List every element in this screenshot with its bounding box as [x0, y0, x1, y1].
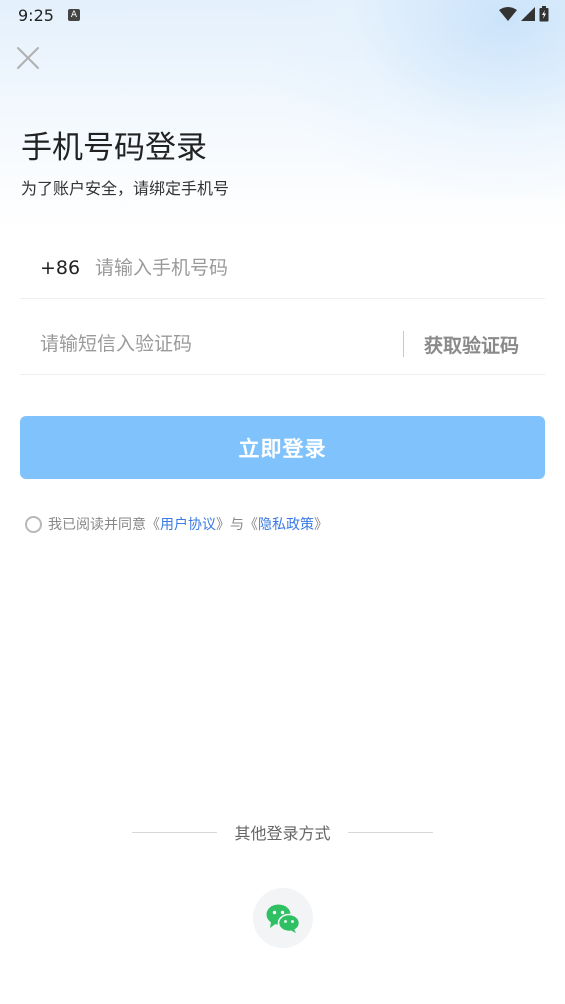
sms-code-input[interactable]: [40, 333, 395, 355]
phone-input[interactable]: [95, 257, 515, 279]
status-bar: 9:25 A: [0, 0, 565, 32]
close-button[interactable]: [14, 44, 42, 72]
login-button[interactable]: 立即登录: [20, 416, 545, 479]
other-login-divider: 其他登录方式: [132, 820, 433, 844]
status-time: 9:25: [18, 6, 54, 25]
signal-icon: [521, 7, 535, 21]
user-agreement-link[interactable]: 用户协议: [160, 514, 216, 534]
wechat-login-button[interactable]: [253, 888, 313, 948]
get-code-button[interactable]: 获取验证码: [424, 331, 519, 358]
status-icons: [499, 6, 549, 22]
divider-left: [132, 831, 217, 833]
wechat-icon: [266, 904, 301, 933]
agreement-suffix: 》: [314, 517, 328, 533]
divider-right: [347, 831, 433, 833]
page-title: 手机号码登录: [21, 130, 207, 166]
battery-icon: [539, 6, 549, 22]
wifi-icon: [499, 7, 517, 21]
country-code[interactable]: +86: [40, 257, 95, 279]
privacy-policy-link[interactable]: 隐私政策: [258, 514, 314, 534]
other-login-label: 其他登录方式: [234, 824, 331, 843]
agreement-prefix: 我已阅读并同意《: [48, 517, 160, 533]
phone-row: +86: [20, 238, 545, 299]
close-icon: [17, 47, 39, 69]
agreement-middle: 》与《: [216, 517, 258, 533]
agreement-checkbox[interactable]: [25, 515, 42, 533]
page-subtitle: 为了账户安全，请绑定手机号: [21, 179, 230, 198]
field-divider: [403, 331, 404, 357]
notification-icon: A: [68, 9, 80, 21]
code-row: 获取验证码: [20, 314, 545, 375]
agreement-row: 我已阅读并同意《 用户协议 》与《 隐私政策 》: [25, 514, 328, 534]
